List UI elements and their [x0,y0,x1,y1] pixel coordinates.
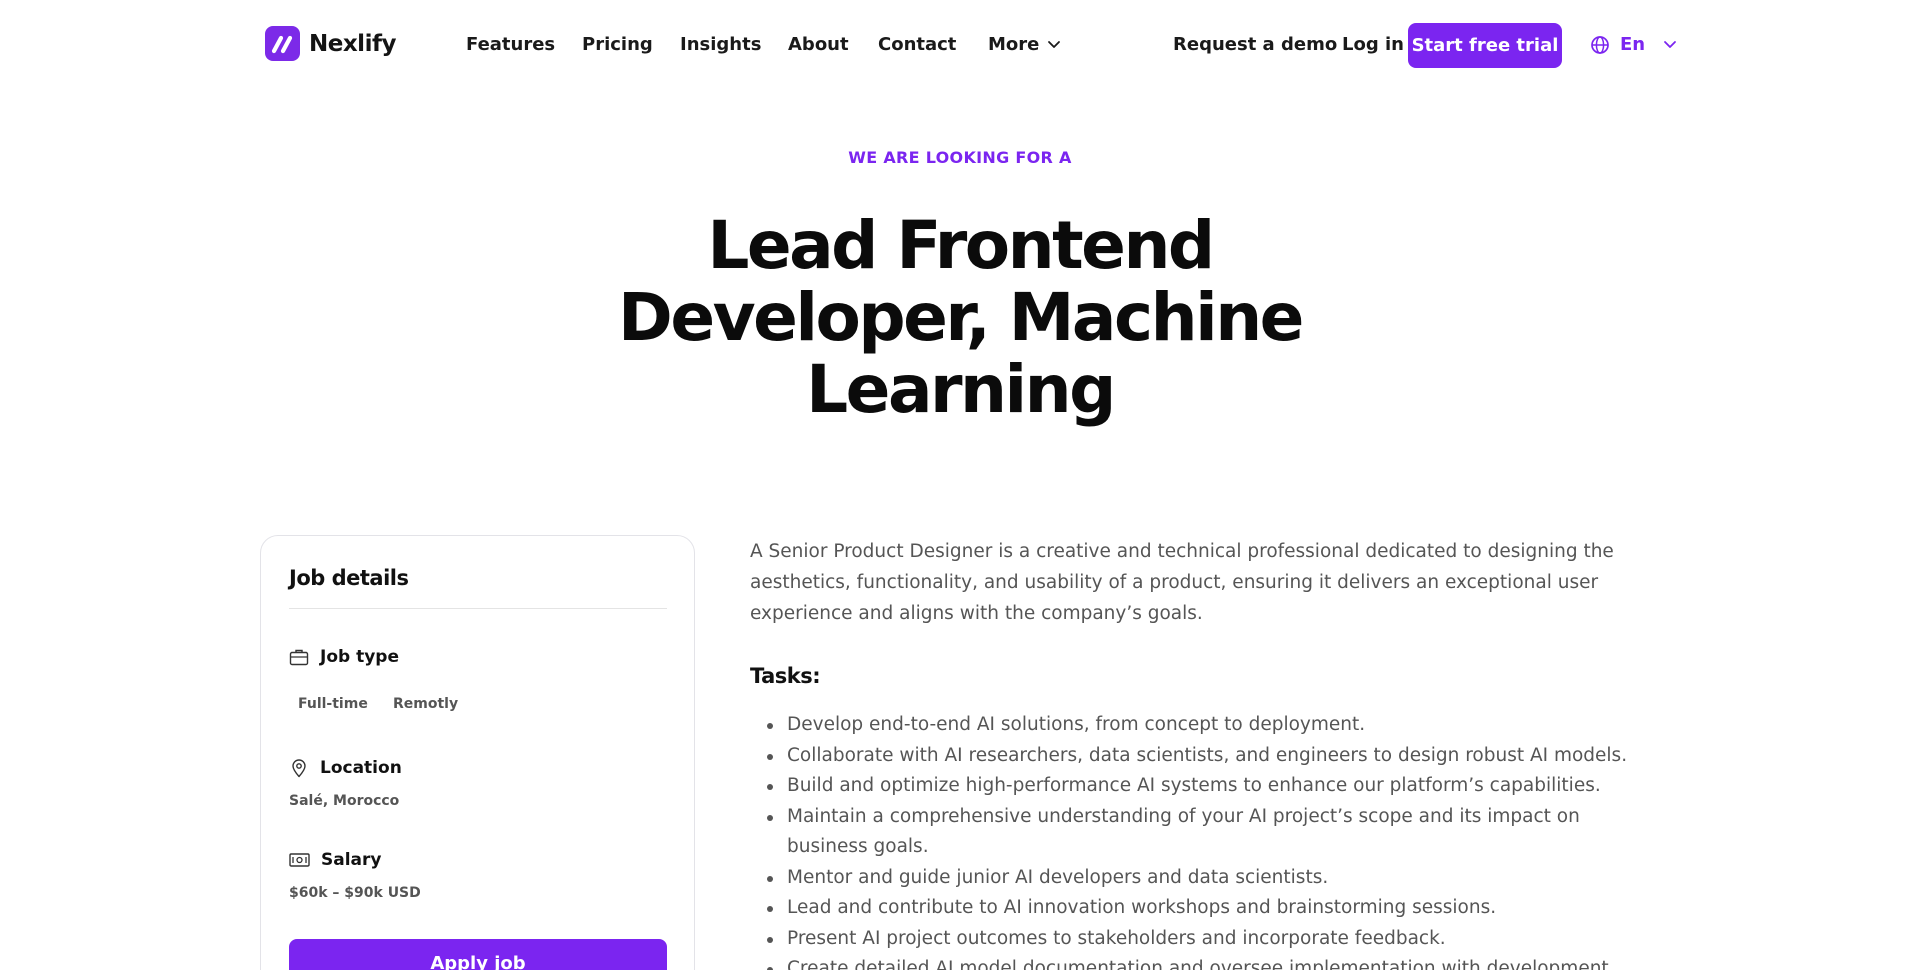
job-type-heading: Job type [289,647,399,667]
salary-value: $60k – $90k USD [289,885,421,901]
list-item: Create detailed AI model documentation a… [750,954,1650,970]
briefcase-icon [289,649,309,666]
job-type-label: Job type [320,647,399,667]
list-item: Build and optimize high-performance AI s… [750,771,1650,802]
job-description: A Senior Product Designer is a creative … [750,541,1614,624]
hero-eyebrow: WE ARE LOOKING FOR A [848,148,1072,167]
globe-icon [1591,35,1609,54]
job-type-tag: Remotly [393,696,459,712]
card-divider [289,608,667,609]
job-details-card: Job details Job type Full-time Remotly L… [260,535,695,970]
tasks-heading: Tasks: [750,664,821,688]
chevron-down-icon [1664,41,1677,48]
tasks-list: Develop end-to-end AI solutions, from co… [750,710,1650,970]
location-value: Salé, Morocco [289,793,400,809]
language-selector[interactable]: En [1590,34,1677,55]
request-demo-link[interactable]: Request a demo [1173,34,1337,55]
location-heading: Location [289,758,402,778]
location-label: Location [320,758,402,778]
nav-more-dropdown[interactable]: More [988,34,1061,55]
map-pin-icon [292,759,306,778]
list-item: Present AI project outcomes to stakehold… [750,924,1650,955]
job-title-heading: Lead Frontend Developer, Machine Learnin… [618,207,1304,428]
brand-name: Nexlify [309,30,396,57]
salary-heading: Salary [289,850,381,870]
nav-link-features[interactable]: Features [466,34,555,55]
nav-link-about[interactable]: About [788,34,849,55]
list-item: Mentor and guide junior AI developers an… [750,863,1650,894]
job-type-tag: Full-time [298,696,368,712]
job-details-title: Job details [289,566,409,590]
list-item: Develop end-to-end AI solutions, from co… [750,710,1650,741]
nav-link-pricing[interactable]: Pricing [582,34,653,55]
logo-mark-icon [265,26,300,61]
chevron-down-icon [1048,41,1061,48]
list-item: Collaborate with AI researchers, data sc… [750,741,1650,772]
nav-link-insights[interactable]: Insights [680,34,761,55]
banknote-icon [289,853,310,867]
start-free-trial-button[interactable]: Start free trial [1408,23,1562,68]
login-link[interactable]: Log in [1342,34,1404,55]
apply-job-button[interactable]: Apply job [289,939,667,970]
language-label: En [1620,34,1646,55]
nav-link-contact[interactable]: Contact [878,34,956,55]
list-item: Maintain a comprehensive understanding o… [750,802,1650,863]
brand-logo[interactable]: Nexlify [265,26,396,61]
top-navbar: Nexlify Features Pricing Insights About … [0,0,1920,90]
nav-more-label: More [988,34,1040,55]
list-item: Lead and contribute to AI innovation wor… [750,893,1650,924]
salary-label: Salary [321,850,382,870]
